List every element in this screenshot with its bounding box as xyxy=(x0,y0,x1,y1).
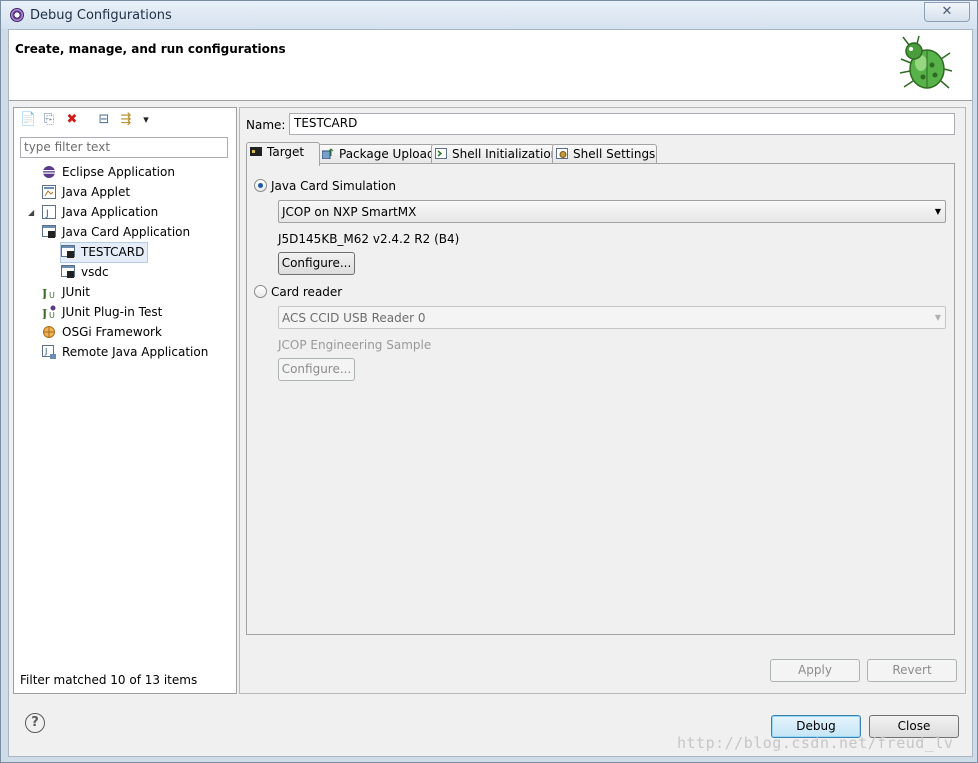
window-title: Debug Configurations xyxy=(30,8,172,23)
tree-item-label: OSGi Framework xyxy=(62,325,162,339)
watermark: http://blog.csdn.net/freud_lv xyxy=(677,734,954,752)
configuration-tree-panel: 📄 ⎘ ✖ ⊟ ⇶ ▾ Eclipse Application Java App… xyxy=(13,107,237,694)
tab-label: Shell Settings xyxy=(573,147,656,161)
tree-item-java-card-application[interactable]: Java Card Application xyxy=(42,223,190,242)
tab-label: Shell Initialization xyxy=(452,147,559,161)
card-reader-select-value: ACS CCID USB Reader 0 xyxy=(282,311,426,325)
remote-java-icon: J xyxy=(42,344,56,359)
dropdown-arrow-icon: ▼ xyxy=(934,313,941,322)
eclipse-icon xyxy=(43,165,55,178)
configuration-editor: Name: Target Package Upload Shell Initia… xyxy=(239,107,966,694)
bug-icon xyxy=(899,35,953,89)
filter-field[interactable] xyxy=(20,137,228,158)
tree-item-label: vsdc xyxy=(81,265,109,279)
java-application-icon: J xyxy=(42,204,56,219)
svg-text:J: J xyxy=(42,307,47,319)
tab-shell-initialization[interactable]: Shell Initialization xyxy=(431,144,559,165)
card-reader-configure-button[interactable]: Configure... xyxy=(278,358,355,381)
filter-icon[interactable]: ⇶ xyxy=(118,112,134,128)
tree-item-label: Eclipse Application xyxy=(62,165,175,179)
java-card-simulation-radio[interactable]: Java Card Simulation xyxy=(254,178,396,194)
expanded-chevron-icon[interactable]: ◢ xyxy=(28,208,34,217)
java-applet-icon xyxy=(42,184,56,199)
tree-item-label: Remote Java Application xyxy=(62,345,209,359)
new-launch-configuration-icon[interactable]: 📄 xyxy=(20,112,36,128)
target-icon xyxy=(250,147,262,156)
radio-label: Card reader xyxy=(271,285,343,299)
filter-status: Filter matched 10 of 13 items xyxy=(20,673,198,687)
shell-init-icon xyxy=(435,148,447,159)
tree-item-junit-plug-in-test[interactable]: J U JUnit Plug-in Test xyxy=(42,303,162,322)
card-reader-radio[interactable]: Card reader xyxy=(254,284,342,300)
name-label: Name: xyxy=(246,118,286,132)
tree-item-junit[interactable]: J U JUnit xyxy=(42,283,90,302)
simulator-configure-button[interactable]: Configure... xyxy=(278,252,355,275)
filter-input[interactable] xyxy=(21,138,227,155)
apply-button[interactable]: Apply xyxy=(770,659,860,682)
collapse-all-icon[interactable]: ⊟ xyxy=(96,112,112,128)
java-card-config-icon xyxy=(61,244,75,258)
card-reader-info: JCOP Engineering Sample xyxy=(278,338,432,352)
radio-selected-indicator[interactable] xyxy=(254,179,267,192)
title-bar: Debug Configurations ✕ xyxy=(1,1,977,29)
tab-label: Package Upload xyxy=(339,147,435,161)
name-input[interactable] xyxy=(290,114,954,132)
dropdown-arrow-icon: ▼ xyxy=(934,207,941,216)
svg-text:J: J xyxy=(44,347,47,356)
simulator-select-value: JCOP on NXP SmartMX xyxy=(282,205,417,219)
svg-text:J: J xyxy=(42,287,47,299)
tab-label: Target xyxy=(267,145,305,159)
tree-item-testcard[interactable]: TESTCARD xyxy=(60,242,149,263)
view-menu-icon[interactable]: ▾ xyxy=(138,112,154,128)
svg-text:J: J xyxy=(45,209,49,219)
tree-item-label: JUnit xyxy=(62,285,90,299)
shell-settings-icon xyxy=(556,148,568,159)
radio-unselected-indicator[interactable] xyxy=(254,285,267,298)
package-upload-icon xyxy=(322,148,334,159)
delete-icon[interactable]: ✖ xyxy=(64,112,80,128)
dialog-header: Create, manage, and run configurations xyxy=(9,30,972,101)
tree-item-label: JUnit Plug-in Test xyxy=(62,305,163,319)
target-tab-content: Java Card Simulation JCOP on NXP SmartMX… xyxy=(246,163,955,635)
window-close-button[interactable]: ✕ xyxy=(924,2,970,22)
junit-plugin-icon: JU xyxy=(42,305,56,319)
svg-text:U: U xyxy=(49,291,55,299)
tree-item-remote-java-application[interactable]: J Remote Java Application xyxy=(42,343,208,362)
tree-toolbar: 📄 ⎘ ✖ ⊟ ⇶ ▾ xyxy=(14,108,236,132)
tree-item-eclipse-application[interactable]: Eclipse Application xyxy=(42,163,175,182)
tree-item-label: Java Card Application xyxy=(62,225,191,239)
java-card-config-icon xyxy=(61,264,75,278)
simulator-select[interactable]: JCOP on NXP SmartMX ▼ xyxy=(278,200,946,223)
debug-configurations-window: Debug Configurations ✕ Create, manage, a… xyxy=(0,0,978,763)
junit-icon: JU xyxy=(42,287,55,299)
svg-text:U: U xyxy=(49,311,55,319)
tab-package-upload[interactable]: Package Upload xyxy=(318,144,435,165)
tree-item-label: Java Applet xyxy=(62,185,131,199)
simulator-version: J5D145KB_M62 v2.4.2 R2 (B4) xyxy=(278,232,460,246)
card-reader-select[interactable]: ACS CCID USB Reader 0 ▼ xyxy=(278,306,946,329)
dialog-client: Create, manage, and run configurations 📄… xyxy=(8,29,973,757)
tab-shell-settings[interactable]: Shell Settings xyxy=(552,144,657,165)
tree-item-vsdc[interactable]: vsdc xyxy=(61,263,109,282)
help-icon[interactable]: ? xyxy=(25,713,45,733)
tree-item-java-application[interactable]: J Java Application xyxy=(42,203,158,222)
tree-item-label: Java Application xyxy=(62,205,159,219)
header-title: Create, manage, and run configurations xyxy=(15,42,286,56)
osgi-icon xyxy=(43,325,55,338)
radio-label: Java Card Simulation xyxy=(271,179,396,193)
duplicate-icon[interactable]: ⎘ xyxy=(41,112,57,128)
revert-button[interactable]: Revert xyxy=(867,659,957,682)
name-field[interactable] xyxy=(289,113,955,135)
tab-target[interactable]: Target xyxy=(246,142,320,166)
java-card-icon xyxy=(42,224,56,238)
eclipse-debug-icon xyxy=(10,8,24,22)
tree-item-label: TESTCARD xyxy=(81,245,145,259)
tree-item-osgi-framework[interactable]: OSGi Framework xyxy=(42,323,162,342)
tree-item-java-applet[interactable]: Java Applet xyxy=(42,183,130,202)
